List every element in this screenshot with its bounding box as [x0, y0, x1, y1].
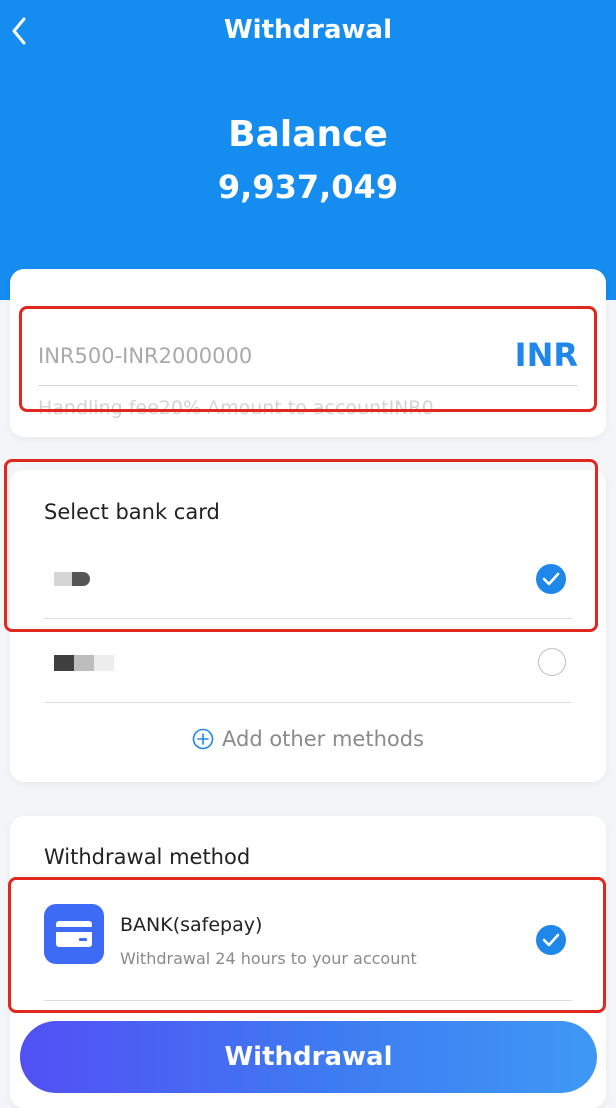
plus-circle-icon	[192, 728, 214, 750]
bank-card-option[interactable]	[44, 619, 572, 703]
currency-label: INR	[514, 336, 578, 374]
check-icon	[536, 925, 566, 955]
masked-card-number	[54, 572, 90, 586]
add-other-methods-button[interactable]: Add other methods	[10, 724, 606, 754]
header-bar: Withdrawal Balance 9,937,049	[0, 0, 616, 300]
method-description: Withdrawal 24 hours to your account	[120, 949, 417, 968]
check-icon	[536, 564, 566, 594]
amount-divider	[38, 385, 578, 386]
balance-value: 9,937,049	[217, 168, 399, 206]
bank-card-option[interactable]	[44, 535, 572, 619]
page-title: Withdrawal	[224, 15, 392, 45]
bank-card-section: Select bank card Add other methods	[10, 470, 606, 782]
row-divider	[44, 702, 572, 703]
amount-card: INR500-INR2000000 INR Handling fee20% Am…	[10, 269, 606, 437]
credit-card-icon	[44, 904, 104, 964]
amount-input[interactable]: INR500-INR2000000	[38, 341, 252, 371]
withdrawal-method-option[interactable]: BANK(safepay) Withdrawal 24 hours to you…	[44, 892, 572, 1001]
row-divider	[44, 1000, 572, 1001]
balance-label: Balance	[228, 114, 388, 155]
method-name: BANK(safepay)	[120, 914, 263, 936]
fee-note: Handling fee20% Amount to accountINR0	[38, 397, 434, 419]
bank-card-title: Select bank card	[44, 500, 220, 524]
radio-unselected-icon	[538, 648, 566, 676]
withdrawal-method-title: Withdrawal method	[44, 845, 251, 869]
withdrawal-submit-button[interactable]: Withdrawal	[20, 1021, 597, 1093]
masked-card-number	[54, 655, 114, 671]
add-other-methods-label: Add other methods	[222, 727, 424, 751]
